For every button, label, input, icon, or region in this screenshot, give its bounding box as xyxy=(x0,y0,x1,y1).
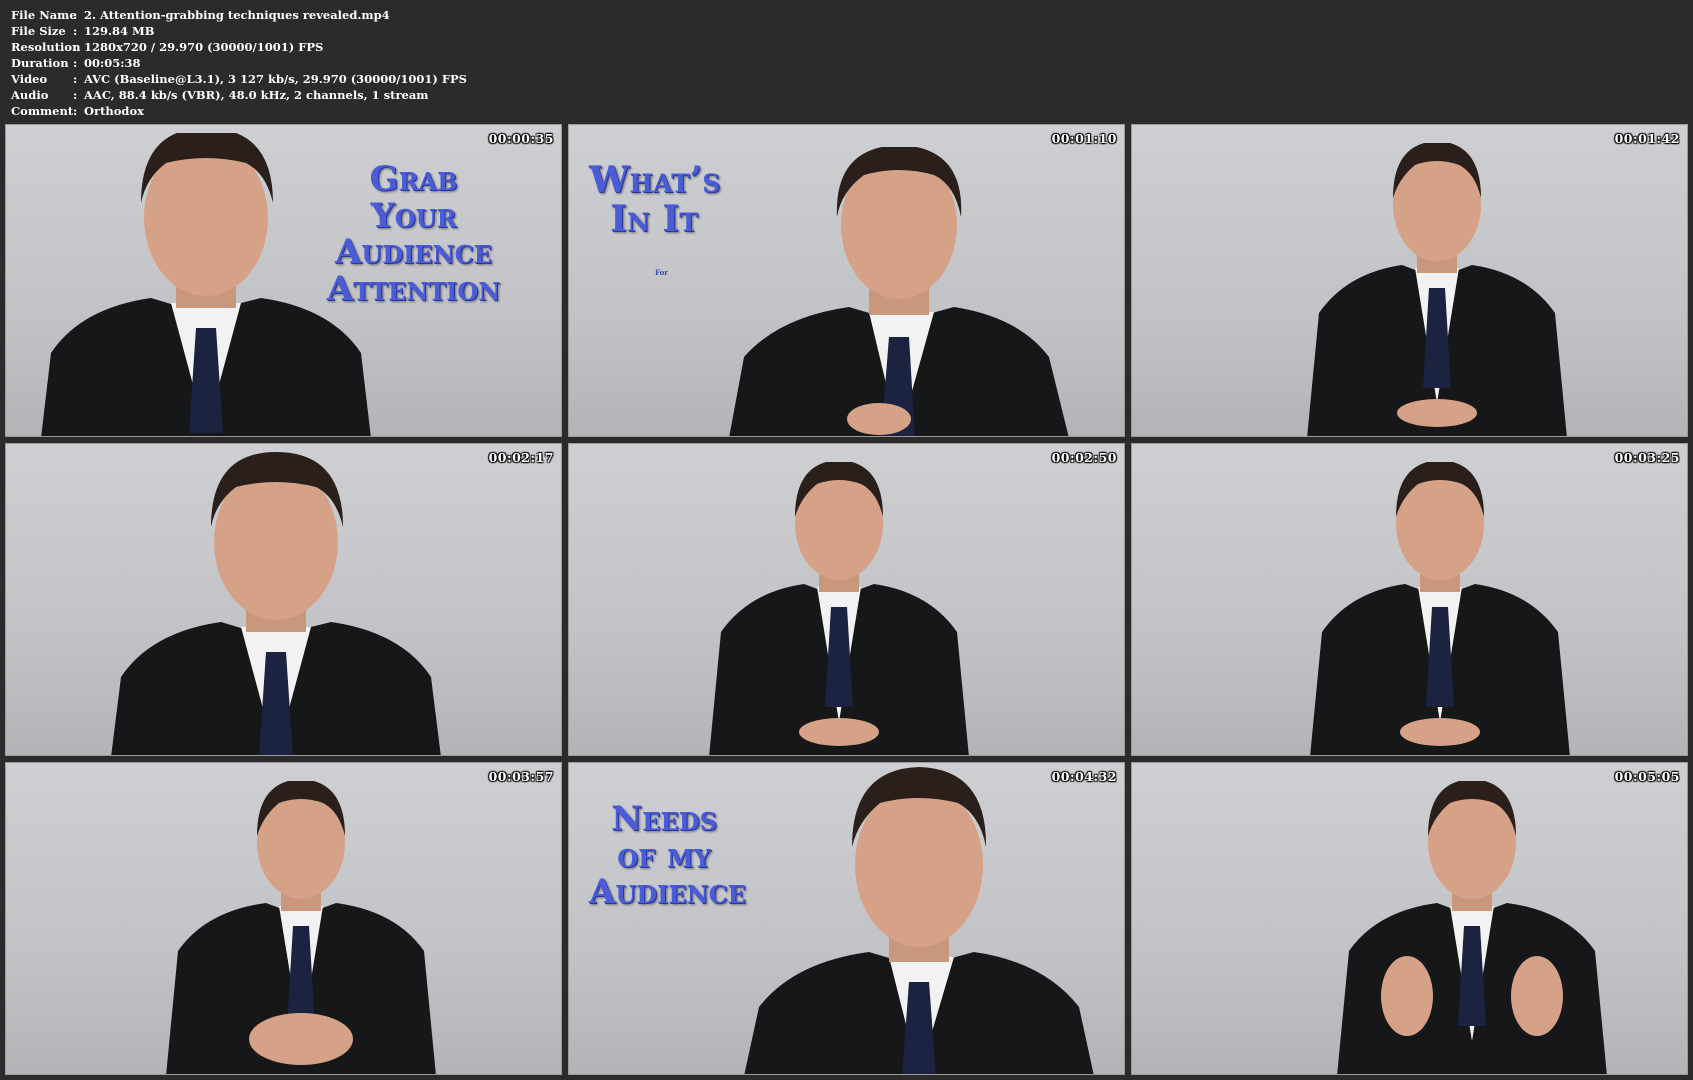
file-info-value: 129.84 MB xyxy=(84,24,155,38)
file-info-key: Resolution xyxy=(11,40,81,54)
file-info-key: File Name xyxy=(11,8,77,22)
file-info-panel: File Name:2. Attention-grabbing techniqu… xyxy=(11,7,467,119)
caption-line: Audience xyxy=(589,872,746,913)
caption-line: of my xyxy=(617,835,711,876)
file-info-row: Duration:00:05:38 xyxy=(11,55,467,71)
timestamp: 00:05:05 xyxy=(1614,769,1680,784)
file-info-separator: : xyxy=(73,24,78,38)
video-thumbnail[interactable]: 00:03:57 xyxy=(5,762,562,1075)
file-info-value: AVC (Baseline@L3.1), 3 127 kb/s, 29.970 … xyxy=(84,72,467,86)
speaker-figure xyxy=(111,452,441,755)
file-info-row: Comment: Orthodox xyxy=(11,103,467,119)
timestamp: 00:01:10 xyxy=(1051,131,1117,146)
speaker-figure xyxy=(1307,143,1567,436)
file-info-row: File Name:2. Attention-grabbing techniqu… xyxy=(11,7,467,23)
caption-line: Attention xyxy=(326,269,501,310)
video-caption: Needs of my Audience xyxy=(589,799,746,913)
file-info-key: Video xyxy=(11,72,48,86)
file-info-separator: : xyxy=(73,104,78,118)
file-info-key: Comment xyxy=(11,104,74,118)
caption-line: In It xyxy=(610,197,698,240)
video-thumbnail[interactable]: 00:05:05 xyxy=(1131,762,1688,1075)
file-info-value: 2. Attention-grabbing techniques reveale… xyxy=(84,8,390,22)
speaker-figure xyxy=(709,462,969,755)
video-thumbnail[interactable]: 00:01:42 xyxy=(1131,124,1688,437)
speaker-figure xyxy=(744,767,1094,1074)
file-info-value: Orthodox xyxy=(84,104,144,118)
caption-line: What’s xyxy=(589,159,721,201)
file-info-row: Audio: AAC, 88.4 kb/s (VBR), 48.0 kHz, 2 … xyxy=(11,87,467,103)
caption-line: Audience xyxy=(335,232,492,273)
file-info-value: 00:05:38 xyxy=(84,56,141,70)
file-info-row: Resolution:1280x720 / 29.970 (30000/1001… xyxy=(11,39,467,55)
speaker-figure xyxy=(166,781,436,1074)
timestamp: 00:01:42 xyxy=(1614,131,1680,146)
file-info-row: File Size:129.84 MB xyxy=(11,23,467,39)
caption-line: Needs xyxy=(611,799,717,839)
file-info-value: 1280x720 / 29.970 (30000/1001) FPS xyxy=(84,40,324,54)
timestamp: 00:04:32 xyxy=(1051,769,1117,784)
file-info-value: AAC, 88.4 kb/s (VBR), 48.0 kHz, 2 channe… xyxy=(84,88,429,102)
timestamp: 00:00:35 xyxy=(488,131,554,146)
caption-note: For xyxy=(655,268,668,277)
speaker-figure xyxy=(1337,781,1607,1074)
speaker-figure xyxy=(1310,462,1570,755)
file-info-separator: : xyxy=(73,72,78,86)
video-thumbnail[interactable]: What’s In It For 00:01:10 xyxy=(568,124,1125,437)
video-thumbnail[interactable]: 00:03:25 xyxy=(1131,443,1688,756)
file-info-separator: : xyxy=(73,56,78,70)
timestamp: 00:02:17 xyxy=(488,450,554,465)
timestamp: 00:02:50 xyxy=(1051,450,1117,465)
thumbnail-grid: Grab Your Audience Attention 00:00:35 Wh… xyxy=(5,124,1688,1075)
video-thumbnail[interactable]: 00:02:50 xyxy=(568,443,1125,756)
file-info-key: Audio xyxy=(11,88,49,102)
video-caption: Grab Your Audience Attention xyxy=(326,161,501,308)
caption-line: Grab Your xyxy=(369,159,458,236)
speaker-figure xyxy=(729,147,1069,436)
video-thumbnail[interactable]: 00:02:17 xyxy=(5,443,562,756)
file-info-separator: : xyxy=(73,8,78,22)
video-thumbnail[interactable]: Needs of my Audience 00:04:32 xyxy=(568,762,1125,1075)
file-info-key: File Size xyxy=(11,24,66,38)
file-info-separator: : xyxy=(73,40,78,54)
file-info-row: Video: AVC (Baseline@L3.1), 3 127 kb/s, 2… xyxy=(11,71,467,87)
timestamp: 00:03:57 xyxy=(488,769,554,784)
file-info-key: Duration xyxy=(11,56,69,70)
video-caption: What’s In It xyxy=(589,159,721,240)
file-info-separator: : xyxy=(73,88,78,102)
timestamp: 00:03:25 xyxy=(1614,450,1680,465)
video-thumbnail[interactable]: Grab Your Audience Attention 00:00:35 xyxy=(5,124,562,437)
speaker-figure xyxy=(41,133,371,436)
